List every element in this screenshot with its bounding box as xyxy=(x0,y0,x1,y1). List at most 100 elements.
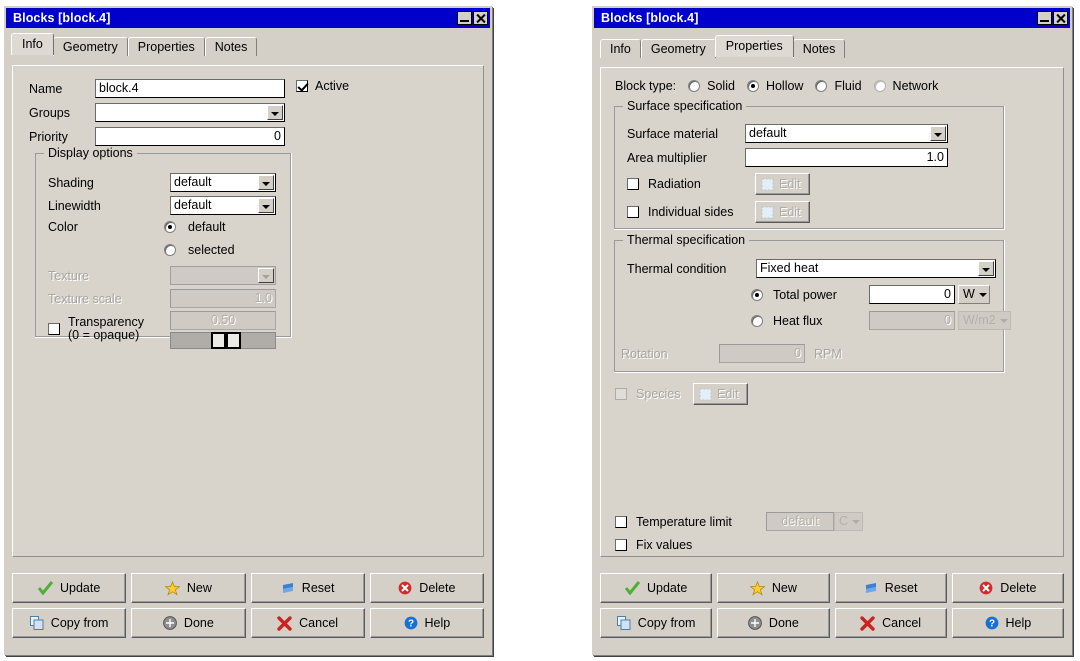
left-button-row-1: Update New Reset Delete xyxy=(12,573,484,603)
close-icon[interactable] xyxy=(473,11,488,25)
shading-row: Shading default xyxy=(48,173,276,192)
block-type-hollow-label: Hollow xyxy=(765,79,804,93)
species-row: Species Edit xyxy=(615,383,748,405)
reset-button-label: Reset xyxy=(884,581,918,595)
individual-sides-checkbox[interactable] xyxy=(627,206,639,218)
transparency-slider-thumb-2[interactable] xyxy=(226,332,241,349)
update-button-label: Update xyxy=(646,581,688,595)
radiation-edit-button[interactable]: Edit xyxy=(755,173,810,195)
tab-geometry[interactable]: Geometry xyxy=(640,39,716,58)
species-edit-button[interactable]: Edit xyxy=(693,383,748,405)
species-checkbox[interactable] xyxy=(615,388,627,400)
minimize-icon[interactable] xyxy=(457,11,472,25)
active-row: Active xyxy=(296,79,349,93)
temperature-limit-checkbox[interactable] xyxy=(615,515,627,528)
edit-icon xyxy=(699,388,712,400)
individual-sides-label: Individual sides xyxy=(648,205,734,219)
temperature-limit-unit-label: C xyxy=(839,514,849,528)
thermal-condition-combo-value: Fixed heat xyxy=(760,261,819,275)
star-icon xyxy=(749,580,765,596)
tab-info[interactable]: Info xyxy=(600,39,641,58)
tab-geometry[interactable]: Geometry xyxy=(52,37,128,56)
color-default-radio[interactable] xyxy=(164,221,176,233)
radiation-checkbox[interactable] xyxy=(627,178,639,190)
priority-row: Priority 0 xyxy=(29,127,285,146)
help-button[interactable]: ? Help xyxy=(951,608,1064,638)
tab-notes[interactable]: Notes xyxy=(204,37,258,56)
species-label: Species xyxy=(636,387,681,401)
groups-combo[interactable] xyxy=(95,103,285,122)
rotation-input[interactable]: 0 xyxy=(719,344,805,363)
tab-info[interactable]: Info xyxy=(11,33,54,55)
left-panel-body: Name block.4 Groups Priority 0 Active Di… xyxy=(12,65,484,557)
copy-from-button[interactable]: Copy from xyxy=(600,608,713,638)
priority-input[interactable]: 0 xyxy=(95,127,285,146)
block-type-solid-radio[interactable] xyxy=(688,80,701,92)
help-button[interactable]: ? Help xyxy=(369,608,484,638)
reset-button[interactable]: Reset xyxy=(834,573,947,603)
block-type-fluid-radio[interactable] xyxy=(815,80,828,92)
shading-combo[interactable]: default xyxy=(170,173,276,192)
cancel-icon xyxy=(277,615,292,631)
update-button[interactable]: Update xyxy=(12,573,127,603)
tab-notes[interactable]: Notes xyxy=(792,39,846,58)
texture-scale-row: Texture scale 1.0 xyxy=(48,289,276,308)
minimize-icon[interactable] xyxy=(1037,11,1052,25)
temperature-limit-input[interactable]: default xyxy=(766,512,834,531)
transparency-checkbox[interactable] xyxy=(48,323,60,335)
total-power-input[interactable]: 0 xyxy=(869,285,955,304)
block-type-network-radio[interactable] xyxy=(873,80,886,92)
thermal-condition-combo[interactable]: Fixed heat xyxy=(756,259,996,278)
blocks-window-properties: Blocks [block.4] Info Geometry Propertie… xyxy=(592,6,1072,655)
fix-values-checkbox[interactable] xyxy=(615,539,627,551)
delete-button[interactable]: Delete xyxy=(369,573,484,603)
delete-icon xyxy=(398,581,412,595)
block-type-fluid-label: Fluid xyxy=(834,79,862,93)
name-input[interactable]: block.4 xyxy=(95,79,285,98)
close-icon[interactable] xyxy=(1053,11,1068,25)
heat-flux-input[interactable]: 0 xyxy=(869,311,955,330)
transparency-slider[interactable] xyxy=(170,332,276,349)
linewidth-combo[interactable]: default xyxy=(170,196,276,215)
surface-material-combo[interactable]: default xyxy=(745,124,948,143)
new-button[interactable]: New xyxy=(717,573,830,603)
texture-scale-label: Texture scale xyxy=(48,291,122,306)
right-window-title: Blocks [block.4] xyxy=(601,11,699,25)
temperature-limit-label: Temperature limit xyxy=(636,514,732,529)
shading-combo-value: default xyxy=(174,175,212,189)
copy-from-button[interactable]: Copy from xyxy=(12,608,127,638)
block-type-hollow-radio[interactable] xyxy=(746,80,759,92)
heat-flux-label: Heat flux xyxy=(773,313,823,328)
reset-button[interactable]: Reset xyxy=(250,573,365,603)
tab-properties[interactable]: Properties xyxy=(127,37,205,56)
transparency-slider-thumb[interactable] xyxy=(211,332,226,349)
active-checkbox[interactable] xyxy=(296,80,308,92)
done-button[interactable]: Done xyxy=(131,608,246,638)
individual-sides-edit-button[interactable]: Edit xyxy=(755,201,810,223)
color-selected-radio[interactable] xyxy=(164,244,176,256)
total-power-row: Total power 0 W xyxy=(751,285,990,304)
tab-properties[interactable]: Properties xyxy=(714,35,794,57)
texture-row: Texture xyxy=(48,266,276,285)
update-button[interactable]: Update xyxy=(600,573,713,603)
done-button[interactable]: Done xyxy=(717,608,830,638)
texture-scale-input[interactable]: 1.0 xyxy=(170,289,276,308)
delete-button-label: Delete xyxy=(419,581,456,595)
transparency-value-field[interactable]: 0.50 xyxy=(170,311,276,330)
color-default-label: default xyxy=(188,220,226,234)
new-button[interactable]: New xyxy=(131,573,246,603)
block-type-label: Block type: xyxy=(615,79,677,93)
cancel-button[interactable]: Cancel xyxy=(250,608,365,638)
total-power-radio[interactable] xyxy=(751,288,763,301)
total-power-unit-combo[interactable]: W xyxy=(958,285,990,304)
texture-combo[interactable] xyxy=(170,266,276,285)
heat-flux-radio[interactable] xyxy=(751,314,763,327)
rotation-label: Rotation xyxy=(621,346,668,361)
cancel-button[interactable]: Cancel xyxy=(834,608,947,638)
temperature-limit-unit-combo[interactable]: C xyxy=(834,512,864,531)
area-multiplier-input[interactable]: 1.0 xyxy=(745,148,948,167)
heat-flux-unit-combo[interactable]: W/m2 xyxy=(958,311,1011,330)
delete-button[interactable]: Delete xyxy=(951,573,1064,603)
transparency-sublabel: (0 = opaque) xyxy=(68,328,140,342)
cancel-icon xyxy=(860,615,875,631)
